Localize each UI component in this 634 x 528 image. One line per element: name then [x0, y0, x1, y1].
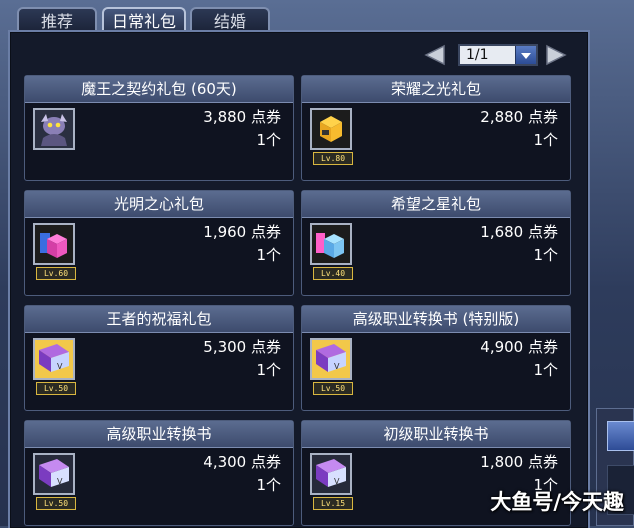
pink-gift-box-icon: [33, 223, 75, 265]
purple-book-icon: V: [310, 453, 352, 495]
gold-book-icon: V: [310, 338, 352, 380]
level-badge: Lv.60: [36, 267, 76, 280]
item-price: 4,300 点券: [203, 453, 281, 471]
item-quantity: 1个: [256, 131, 281, 149]
item-price: 4,900 点券: [480, 338, 558, 356]
item-name: 高级职业转换书 (特别版): [302, 306, 570, 333]
purple-book-icon: V: [33, 453, 75, 495]
item-card[interactable]: 魔王之契约礼包 (60天) 3,880 点券 1个: [24, 75, 294, 181]
triangle-left-icon[interactable]: [424, 44, 446, 66]
item-card[interactable]: 希望之星礼包 Lv.40 1,680 点券 1个: [301, 190, 571, 296]
item-card[interactable]: 光明之心礼包 Lv.60 1,960 点券 1个: [24, 190, 294, 296]
item-quantity: 1个: [256, 476, 281, 494]
watermark: 大鱼号/今天趣: [490, 490, 624, 514]
item-card[interactable]: 荣耀之光礼包 Lv.80 2,880 点券 1个: [301, 75, 571, 181]
item-quantity: 1个: [533, 246, 558, 264]
page-select[interactable]: 1/1: [458, 44, 538, 66]
item-quantity: 1个: [533, 131, 558, 149]
page-indicator: 1/1: [466, 47, 489, 63]
item-name: 光明之心礼包: [25, 191, 293, 218]
item-price: 5,300 点券: [203, 338, 281, 356]
item-name: 希望之星礼包: [302, 191, 570, 218]
item-quantity: 1个: [256, 246, 281, 264]
blue-gift-box-icon: [310, 223, 352, 265]
side-button[interactable]: [607, 421, 634, 451]
level-badge: Lv.80: [313, 152, 353, 165]
item-card[interactable]: 高级职业转换书 (特别版) V Lv.50 4,900 点券 1个: [301, 305, 571, 411]
item-name: 王者的祝福礼包: [25, 306, 293, 333]
item-price: 1,800 点券: [480, 453, 558, 471]
gold-gift-box-icon: [310, 108, 352, 150]
svg-text:V: V: [57, 362, 63, 371]
level-badge: Lv.40: [313, 267, 353, 280]
gold-book-icon: V: [33, 338, 75, 380]
item-quantity: 1个: [533, 361, 558, 379]
demon-king-icon: [33, 108, 75, 150]
item-name: 魔王之契约礼包 (60天): [25, 76, 293, 103]
item-price: 1,680 点券: [480, 223, 558, 241]
svg-text:V: V: [334, 362, 340, 371]
item-price: 3,880 点券: [203, 108, 281, 126]
svg-text:V: V: [57, 477, 63, 486]
item-name: 高级职业转换书: [25, 421, 293, 448]
tab-wedding[interactable]: 结婚: [190, 7, 270, 32]
item-card[interactable]: 王者的祝福礼包 V Lv.50 5,300 点券 1个: [24, 305, 294, 411]
level-badge: Lv.15: [313, 497, 353, 510]
triangle-right-icon[interactable]: [545, 44, 567, 66]
level-badge: Lv.50: [36, 382, 76, 395]
level-badge: Lv.50: [313, 382, 353, 395]
item-price: 1,960 点券: [203, 223, 281, 241]
item-name: 荣耀之光礼包: [302, 76, 570, 103]
item-card[interactable]: 高级职业转换书 V Lv.50 4,300 点券 1个: [24, 420, 294, 526]
item-quantity: 1个: [256, 361, 281, 379]
tab-recommended[interactable]: 推荐: [17, 7, 97, 32]
item-price: 2,880 点券: [480, 108, 558, 126]
svg-text:V: V: [334, 477, 340, 486]
level-badge: Lv.50: [36, 497, 76, 510]
item-name: 初级职业转换书: [302, 421, 570, 448]
chevron-down-icon[interactable]: [515, 46, 536, 64]
